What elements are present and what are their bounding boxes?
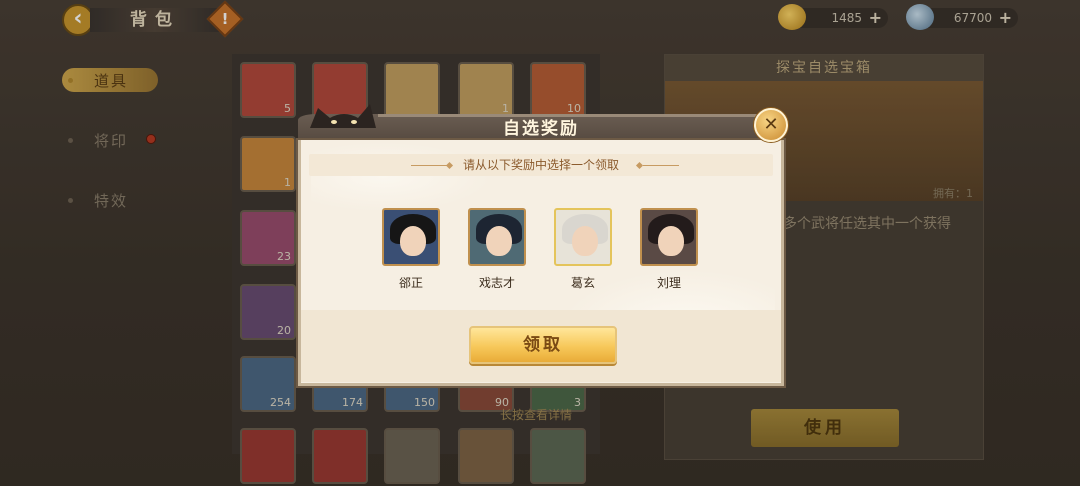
hero-option[interactable]: 葛玄 xyxy=(553,208,613,291)
reward-select-modal: 自选奖励 请从以下奖励中选择一个领取 郤正 戏志才 葛玄 刘理 领取 ✕ xyxy=(298,104,788,386)
claim-button[interactable]: 领取 xyxy=(469,326,617,364)
close-icon: ✕ xyxy=(763,114,779,135)
hero-name: 刘理 xyxy=(656,276,681,290)
hero-portrait[interactable] xyxy=(382,208,440,266)
hero-portrait[interactable] xyxy=(554,208,612,266)
hero-face xyxy=(658,226,684,256)
close-button[interactable]: ✕ xyxy=(754,108,788,142)
cat-ears-icon xyxy=(310,104,376,128)
hero-name: 葛玄 xyxy=(570,276,595,290)
modal-body: 请从以下奖励中选择一个领取 郤正 戏志才 葛玄 刘理 领取 xyxy=(298,140,784,386)
hero-option[interactable]: 戏志才 xyxy=(467,208,527,291)
hero-name: 戏志才 xyxy=(478,276,515,290)
hero-portrait[interactable] xyxy=(468,208,526,266)
hero-face xyxy=(400,226,426,256)
hero-name: 郤正 xyxy=(398,276,423,290)
hero-face xyxy=(572,226,598,256)
hero-portrait[interactable] xyxy=(640,208,698,266)
hero-option[interactable]: 郤正 xyxy=(381,208,441,291)
hero-face xyxy=(486,226,512,256)
hero-option[interactable]: 刘理 xyxy=(639,208,699,291)
